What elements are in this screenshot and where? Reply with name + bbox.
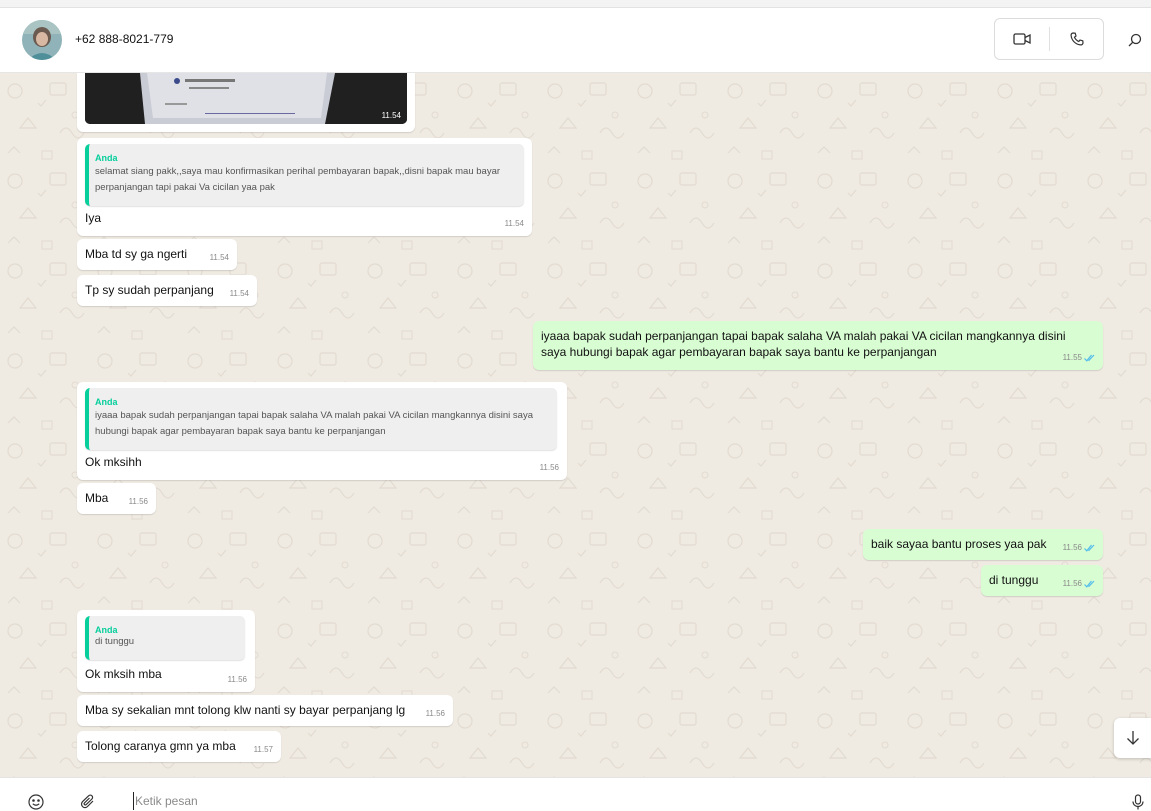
read-ticks-icon xyxy=(1084,580,1095,588)
time-label: 11.56 xyxy=(425,709,445,718)
message-time: 11.54 xyxy=(230,286,249,302)
photo-message-bubble: 11.54 xyxy=(77,73,415,132)
message-time: 11.57 xyxy=(254,742,273,758)
message-text: iyaaa bapak sudah perpanjangan tapai bap… xyxy=(541,329,1066,359)
quote-text: selamat siang pakk,,saya mau konfirmasik… xyxy=(95,166,501,193)
message-bubble-incoming[interactable]: Mba td sy ga ngerti 11.54 xyxy=(77,239,237,270)
read-ticks-icon xyxy=(1084,544,1095,552)
message-bubble-outgoing[interactable]: iyaaa bapak sudah perpanjangan tapai bap… xyxy=(533,321,1103,370)
arrow-down-icon xyxy=(1127,731,1139,745)
message-time: 11.56 xyxy=(129,494,148,510)
message-bubble-incoming[interactable]: Mba 11.56 xyxy=(77,483,156,514)
message-text: Mba sy sekalian mnt tolong klw nanti sy … xyxy=(85,703,406,717)
message-bubble-incoming[interactable]: Anda selamat siang pakk,,saya mau konfir… xyxy=(77,138,532,236)
message-text: Mba xyxy=(85,491,109,505)
quote-text: iyaaa bapak sudah perpanjangan tapai bap… xyxy=(95,410,534,437)
message-photo[interactable]: 11.54 xyxy=(85,73,407,124)
message-text: Ok mksih mba xyxy=(85,667,162,681)
contact-avatar[interactable] xyxy=(22,20,62,60)
message-time: 11.54 xyxy=(381,111,401,120)
time-label: 11.56 xyxy=(539,463,559,472)
phone-icon xyxy=(1070,32,1084,46)
message-time: 11.56 xyxy=(426,706,445,722)
time-label: 11.57 xyxy=(253,745,273,754)
quoted-message[interactable]: Anda di tunggu xyxy=(85,616,245,660)
quote-text: di tunggu xyxy=(95,636,135,647)
message-time: 11.54 xyxy=(210,250,229,266)
emoji-button[interactable] xyxy=(26,792,46,811)
message-time: 11.56 xyxy=(540,460,559,476)
voice-message-button[interactable] xyxy=(1128,792,1148,811)
time-label: 11.55 xyxy=(1062,353,1082,362)
time-label: 11.56 xyxy=(1062,543,1082,552)
message-bubble-outgoing[interactable]: di tunggu 11.56 xyxy=(981,565,1103,596)
paperclip-icon xyxy=(80,794,94,809)
message-time: 11.54 xyxy=(505,216,524,232)
message-input[interactable] xyxy=(133,792,1093,810)
message-text: Tp sy sudah perpanjang xyxy=(85,283,214,297)
window-top-strip xyxy=(0,0,1151,8)
read-ticks-icon xyxy=(1084,354,1095,362)
message-text: di tunggu xyxy=(989,573,1039,587)
message-time: 11.56 xyxy=(1063,540,1095,556)
message-time: 11.56 xyxy=(228,672,247,688)
emoji-icon xyxy=(28,794,44,810)
message-time: 11.55 xyxy=(1063,350,1095,366)
video-camera-icon xyxy=(1013,33,1031,45)
message-bubble-incoming[interactable]: Anda di tunggu Ok mksih mba 11.56 xyxy=(77,610,255,692)
quoted-message[interactable]: Anda iyaaa bapak sudah perpanjangan tapa… xyxy=(85,388,557,450)
message-bubble-outgoing[interactable]: baik sayaa bantu proses yaa pak 11.56 xyxy=(863,529,1103,560)
chat-header: +62 888-8021-779 xyxy=(0,8,1151,73)
message-bubble-incoming[interactable]: Anda iyaaa bapak sudah perpanjangan tapa… xyxy=(77,382,567,480)
time-label: 11.54 xyxy=(209,253,229,262)
call-button-group xyxy=(994,18,1104,60)
search-icon xyxy=(1128,33,1142,47)
scroll-to-bottom-button[interactable] xyxy=(1114,718,1151,758)
attach-button[interactable] xyxy=(78,792,98,811)
microphone-icon xyxy=(1132,794,1144,810)
message-text: Iya xyxy=(85,211,102,225)
time-label: 11.54 xyxy=(229,289,249,298)
message-text: Tolong caranya gmn ya mba xyxy=(85,739,236,753)
message-text: Mba td sy ga ngerti xyxy=(85,247,188,261)
time-label: 11.56 xyxy=(227,675,247,684)
time-label: 11.56 xyxy=(128,497,148,506)
time-label: 11.54 xyxy=(504,219,524,228)
message-bubble-incoming[interactable]: Tp sy sudah perpanjang 11.54 xyxy=(77,275,257,306)
time-label: 11.56 xyxy=(1062,579,1082,588)
message-composer xyxy=(0,777,1151,811)
message-list[interactable]: 11.54 Anda selamat siang pakk,,saya mau … xyxy=(0,73,1151,777)
message-bubble-incoming[interactable]: Tolong caranya gmn ya mba 11.57 xyxy=(77,731,281,762)
message-text: Ok mksihh xyxy=(85,455,142,469)
quoted-message[interactable]: Anda selamat siang pakk,,saya mau konfir… xyxy=(85,144,524,206)
video-call-button[interactable] xyxy=(995,19,1049,59)
contact-name[interactable]: +62 888-8021-779 xyxy=(75,32,173,46)
message-bubble-incoming[interactable]: Mba sy sekalian mnt tolong klw nanti sy … xyxy=(77,695,453,726)
search-button[interactable] xyxy=(1122,28,1148,52)
voice-call-button[interactable] xyxy=(1050,19,1104,59)
message-time: 11.56 xyxy=(1063,576,1095,592)
message-text: baik sayaa bantu proses yaa pak xyxy=(871,537,1047,551)
